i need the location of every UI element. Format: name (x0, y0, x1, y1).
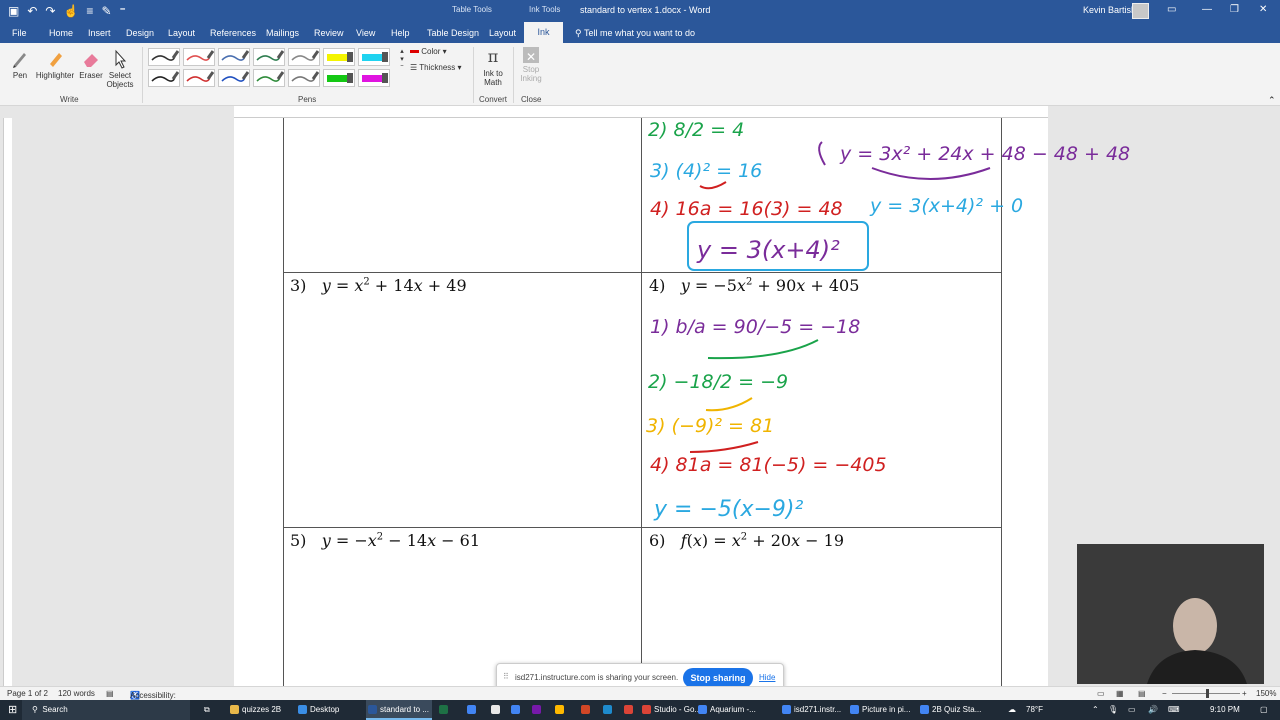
windows-start-icon[interactable]: ⊞ (4, 700, 17, 720)
proofing-icon[interactable]: ▤ (106, 689, 114, 698)
app-icon (298, 705, 307, 714)
ink-step-3-top: 3) (4)² = 16 (650, 160, 762, 182)
app-icon (555, 705, 564, 714)
taskbar: ⊞ ⚲ Search ⧉ quizzes 2B Desktop standard t… (0, 700, 1280, 720)
zoom-out-icon[interactable]: − (1162, 689, 1167, 698)
pinned-app-icon[interactable] (553, 700, 569, 720)
read-mode-icon[interactable]: ▦ (1116, 689, 1124, 698)
ink-arrow (818, 141, 826, 166)
app-icon (920, 705, 929, 714)
ink-step-3: 3) (−9)² = 81 (646, 415, 774, 437)
app-icon (230, 705, 239, 714)
ink-answer-top: y = 3(x+4)² (696, 236, 840, 264)
weather-icon[interactable]: ☁ (1006, 700, 1016, 720)
pinned-app-icon[interactable] (509, 700, 525, 720)
search-icon: ⚲ (32, 705, 38, 714)
zoom-in-icon[interactable]: + (1242, 689, 1247, 698)
app-label: Studio - Go... (654, 705, 702, 714)
task-view-icon[interactable]: ⧉ (200, 700, 210, 720)
app-icon (511, 705, 520, 714)
pinned-app-icon[interactable] (622, 700, 638, 720)
ink-final-form: y = 3(x+4)² + 0 (869, 195, 1023, 217)
app-icon (698, 705, 707, 714)
notifications-icon[interactable]: ▢ (1258, 700, 1268, 720)
ink-arrow (689, 441, 759, 453)
app-label: quizzes 2B (242, 705, 282, 714)
app-icon (850, 705, 859, 714)
ink-arrow (699, 181, 727, 190)
ink-brace (871, 167, 991, 180)
taskbar-app[interactable]: standard to ... (366, 700, 432, 720)
app-icon (603, 705, 612, 714)
pinned-app-icon[interactable] (489, 700, 505, 720)
taskbar-app[interactable]: isd271.instr... (780, 700, 844, 720)
app-icon (624, 705, 633, 714)
ink-expanded-form: y = 3x² + 24x + 48 − 48 + 48 (839, 143, 1130, 165)
keyboard-icon[interactable]: ⌨ (1166, 700, 1180, 720)
webcam-overlay[interactable] (1077, 544, 1264, 684)
taskbar-app[interactable]: Aquarium -... (696, 700, 768, 720)
taskbar-app[interactable]: 2B Quiz Sta... (918, 700, 988, 720)
ink-arrow (705, 397, 753, 412)
ink-step-2-top: 2) 8/2 = 4 (648, 119, 744, 141)
taskbar-app[interactable]: quizzes 2B (228, 700, 290, 720)
app-icon (368, 705, 377, 714)
app-label: Picture in pi... (862, 705, 911, 714)
volume-icon[interactable]: 🔊 (1146, 700, 1158, 720)
zoom-slider-thumb[interactable] (1206, 689, 1209, 698)
app-icon (532, 705, 541, 714)
stop-sharing-button[interactable]: Stop sharing (683, 668, 753, 688)
microphone-icon[interactable]: 🎙 (1106, 700, 1118, 720)
app-label: isd271.instr... (794, 705, 842, 714)
word-count[interactable]: 120 words (58, 689, 95, 698)
app-icon (439, 705, 448, 714)
ink-problem-4-work: 1) b/a = 90/−5 = −18 2) −18/2 = −9 3) (−… (646, 316, 887, 522)
app-icon (491, 705, 500, 714)
person-silhouette (1077, 544, 1264, 684)
taskbar-app[interactable]: Picture in pi... (848, 700, 914, 720)
ink-step-4: 4) 81a = 81(−5) = −405 (650, 454, 887, 476)
app-icon (467, 705, 476, 714)
status-bar: Page 1 of 2 120 words ▤ ♿ Accessibility:… (0, 686, 1280, 709)
clock[interactable]: 9:10 PM (1208, 700, 1240, 720)
pinned-app-icon[interactable] (437, 700, 453, 720)
tray-arrow-icon[interactable]: ⌃ (1090, 700, 1099, 720)
taskbar-search[interactable]: ⚲ Search (22, 700, 190, 720)
print-layout-icon[interactable]: ▤ (1138, 689, 1146, 698)
app-label: Desktop (310, 705, 340, 714)
ink-arrow (707, 339, 819, 360)
page-count[interactable]: Page 1 of 2 (7, 689, 48, 698)
search-label: Search (42, 705, 68, 714)
pinned-app-icon[interactable] (465, 700, 481, 720)
app-icon (581, 705, 590, 714)
ink-step-4-top: 4) 16a = 16(3) = 48 (650, 198, 843, 220)
zoom-level[interactable]: 150% (1256, 689, 1276, 698)
network-icon[interactable]: ▭ (1126, 700, 1136, 720)
app-label: standard to ... (380, 705, 429, 714)
app-icon (782, 705, 791, 714)
ink-step-2: 2) −18/2 = −9 (648, 371, 788, 393)
app-label: Aquarium -... (710, 705, 756, 714)
hide-share-bar-button[interactable]: Hide (759, 673, 775, 682)
ink-answer: y = −5(x−9)² (653, 497, 803, 522)
weather-temp[interactable]: 78°F (1024, 700, 1043, 720)
app-icon (642, 705, 651, 714)
app-label: 2B Quiz Sta... (932, 705, 982, 714)
ink-step-1: 1) b/a = 90/−5 = −18 (650, 316, 860, 338)
focus-mode-icon[interactable]: ▭ (1097, 689, 1105, 698)
drag-handle-icon[interactable]: ⠿ (503, 672, 509, 681)
pinned-app-icon[interactable] (579, 700, 595, 720)
share-status-text: isd271.instructure.com is sharing your s… (515, 673, 679, 682)
taskbar-app[interactable]: Studio - Go... (640, 700, 701, 720)
pinned-app-icon[interactable] (530, 700, 546, 720)
ink-top-work: 2) 8/2 = 4 3) (4)² = 16 4) 16a = 16(3) =… (648, 119, 1130, 271)
taskbar-app[interactable]: Desktop (296, 700, 358, 720)
pinned-app-icon[interactable] (601, 700, 617, 720)
